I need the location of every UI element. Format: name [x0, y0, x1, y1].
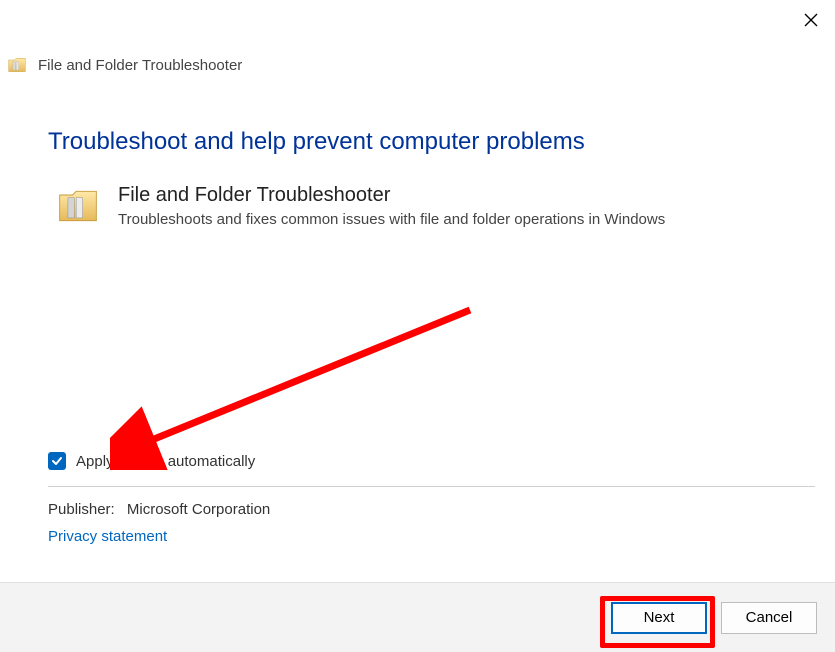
close-button[interactable] [797, 6, 825, 34]
content-area: Troubleshoot and help prevent computer p… [48, 128, 815, 228]
window-titlebar: File and Folder Troubleshooter [6, 55, 242, 75]
cancel-button[interactable]: Cancel [721, 602, 817, 634]
apply-repairs-checkbox[interactable]: Apply repairs automatically [48, 452, 815, 470]
publisher-row: Publisher: Microsoft Corporation [48, 501, 815, 518]
next-button[interactable]: Next [611, 602, 707, 634]
tool-title: File and Folder Troubleshooter [118, 184, 665, 207]
folder-icon [56, 184, 100, 228]
tool-description: Troubleshoots and fixes common issues wi… [118, 211, 665, 228]
close-icon [804, 13, 818, 27]
publisher-label: Publisher: [48, 501, 115, 518]
annotation-arrow [110, 300, 490, 470]
checkbox-label: Apply repairs automatically [76, 453, 255, 470]
privacy-statement-link[interactable]: Privacy statement [48, 528, 815, 545]
folder-icon [6, 55, 28, 75]
checkbox-box [48, 452, 66, 470]
options-block: Apply repairs automatically Publisher: M… [48, 452, 815, 545]
footer: Next Cancel [0, 582, 835, 652]
publisher-value: Microsoft Corporation [127, 501, 270, 518]
checkmark-icon [51, 455, 63, 467]
window-title: File and Folder Troubleshooter [38, 57, 242, 74]
page-heading: Troubleshoot and help prevent computer p… [48, 128, 815, 156]
tool-summary: File and Folder Troubleshooter Troublesh… [56, 184, 815, 228]
divider [48, 486, 815, 487]
